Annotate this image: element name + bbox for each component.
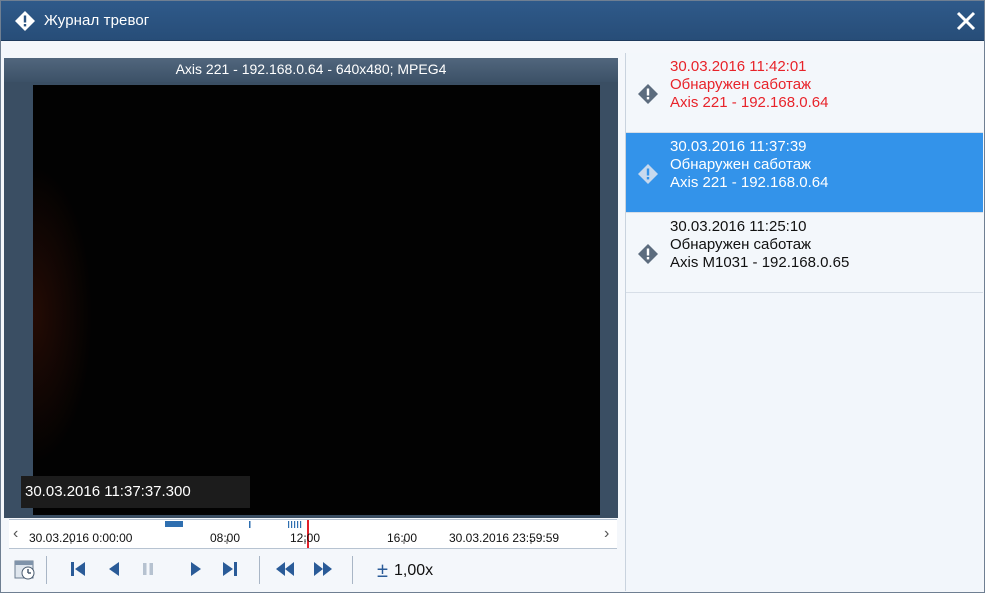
- alarm-event: Обнаружен саботаж: [670, 236, 812, 253]
- alarm-diamond-icon: [638, 84, 658, 104]
- timeline-event-block: [165, 521, 183, 527]
- toolbar-separator: [46, 556, 47, 584]
- window-title: Журнал тревог: [44, 12, 150, 29]
- timeline-tick-label: 08:00: [210, 531, 241, 545]
- video-content: [33, 165, 93, 465]
- toolbar-separator: [259, 556, 260, 584]
- skip-to-start-icon[interactable]: [67, 558, 89, 580]
- timeline-bar[interactable]: ‹ 30.03.2016 0:00:00 08:00 12:00 16:00 3…: [9, 519, 617, 549]
- alarm-list: 30.03.2016 11:42:01 Обнаружен саботаж Ax…: [625, 53, 983, 591]
- alarm-diamond-icon: [638, 244, 658, 264]
- chevron-right-icon[interactable]: ›: [604, 525, 609, 543]
- alarm-details: 30.03.2016 11:37:39 Обнаружен саботаж Ax…: [670, 138, 828, 192]
- timeline-event-mark: [249, 521, 251, 528]
- alarm-time: 30.03.2016 11:37:39: [670, 138, 807, 155]
- timeline-event-mark: [288, 521, 290, 528]
- camera-header: Axis 221 - 192.168.0.64 - 640x480; MPEG4: [4, 58, 618, 82]
- play-icon[interactable]: [185, 558, 207, 580]
- fast-forward-icon[interactable]: [312, 558, 334, 580]
- alarm-details: 30.03.2016 11:42:01 Обнаружен саботаж Ax…: [670, 58, 828, 112]
- alarm-event: Обнаружен саботаж: [670, 76, 812, 93]
- timeline-event-mark: [291, 521, 293, 528]
- alarm-camera: Axis 221 - 192.168.0.64: [670, 94, 829, 111]
- alarm-event: Обнаружен саботаж: [670, 156, 812, 173]
- alarm-camera: Axis 221 - 192.168.0.64: [670, 174, 829, 191]
- calendar-clock-icon[interactable]: [14, 558, 36, 580]
- timeline-tick-label: 12:00: [290, 531, 321, 545]
- skip-to-end-icon[interactable]: [219, 558, 241, 580]
- alarm-item[interactable]: 30.03.2016 11:25:10 Обнаружен саботаж Ax…: [626, 213, 983, 293]
- timeline-start-label: 30.03.2016 0:00:00: [29, 531, 133, 545]
- toolbar-separator: [352, 556, 353, 584]
- video-pane: Axis 221 - 192.168.0.64 - 640x480; MPEG4: [4, 58, 618, 518]
- chevron-left-icon[interactable]: ‹: [13, 525, 18, 543]
- alarm-item[interactable]: 30.03.2016 11:42:01 Обнаружен саботаж Ax…: [626, 53, 983, 133]
- playback-controls: ±1,00x: [11, 552, 617, 588]
- alarm-time: 30.03.2016 11:42:01: [670, 58, 807, 75]
- speed-control[interactable]: ±1,00x: [377, 560, 433, 583]
- title-bar: Журнал тревог: [1, 1, 984, 41]
- timeline-event-mark: [297, 521, 299, 528]
- timeline-event-mark: [300, 521, 302, 528]
- alarm-diamond-icon: [638, 164, 658, 184]
- alarm-journal-window: Журнал тревог Axis 221 - 192.168.0.64 - …: [0, 0, 985, 593]
- alarm-details: 30.03.2016 11:25:10 Обнаружен саботаж Ax…: [670, 218, 849, 272]
- timeline-end-label: 30.03.2016 23:59:59: [449, 531, 560, 545]
- speed-symbol: ±: [377, 560, 388, 582]
- video-frame[interactable]: [33, 85, 600, 515]
- alarm-diamond-icon: [15, 11, 35, 31]
- alarm-item-selected[interactable]: 30.03.2016 11:37:39 Обнаружен саботаж Ax…: [626, 133, 983, 213]
- rewind-icon[interactable]: [274, 558, 296, 580]
- close-icon[interactable]: [955, 10, 977, 32]
- step-back-icon[interactable]: [103, 558, 125, 580]
- speed-value: 1,00x: [393, 562, 434, 579]
- pause-icon[interactable]: [137, 558, 159, 580]
- timeline-event-mark: [294, 521, 296, 528]
- video-timestamp: 30.03.2016 11:37:37.300: [21, 476, 250, 508]
- alarm-camera: Axis M1031 - 192.168.0.65: [670, 254, 850, 271]
- alarm-time: 30.03.2016 11:25:10: [670, 218, 807, 235]
- timeline-tick-label: 16:00: [387, 531, 418, 545]
